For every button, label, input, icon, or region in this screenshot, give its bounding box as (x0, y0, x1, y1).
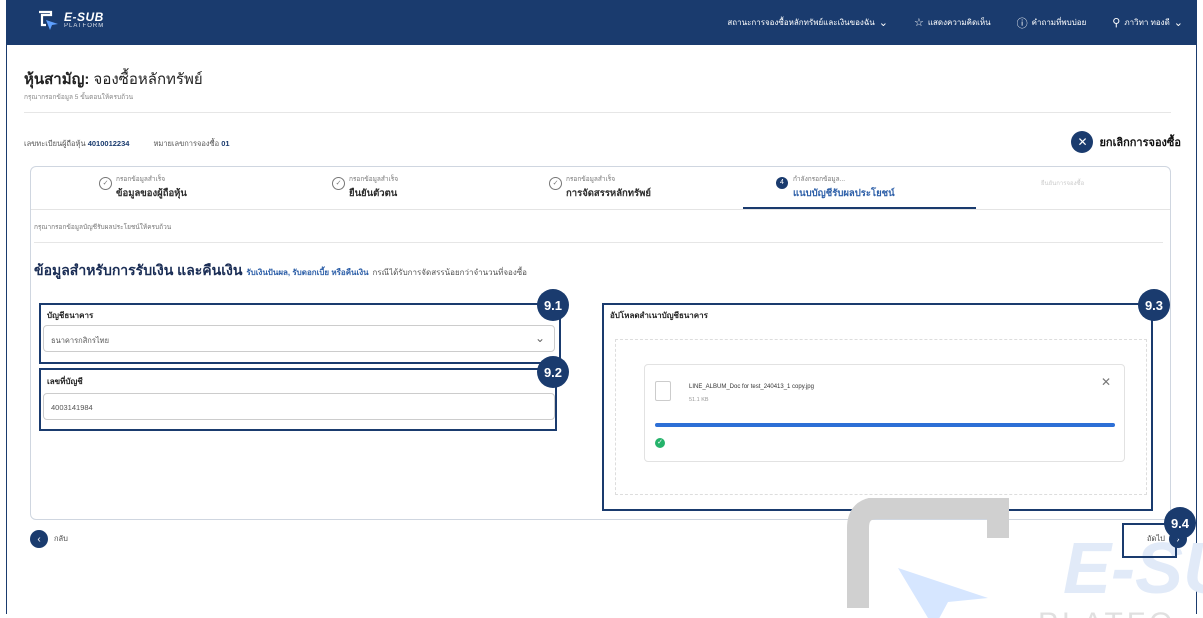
back-label: กลับ (54, 534, 68, 543)
nav-status-label: สถานะการจองซื้อหลักทรัพย์และเงินของฉัน (727, 18, 875, 27)
order-number-value: 01 (221, 139, 230, 148)
holder-id-value: 4010012234 (87, 139, 130, 148)
svg-text:PLATFO: PLATFO (1038, 607, 1176, 618)
esub-watermark-icon: E-SU PLATFO (847, 498, 1203, 618)
section-title-highlight: รับเงินปันผล, รับดอกเบี้ย หรือคืนเงิน (246, 268, 369, 277)
highlight-box-9-1 (39, 303, 561, 364)
section-title: ข้อมูลสำหรับการรับเงิน และคืนเงิน รับเงิ… (34, 260, 527, 282)
check-circle-icon: ✓ (332, 177, 345, 190)
section-title-rest: กรณีได้รับการจัดสรรน้อยกว่าจำนวนที่จองซื… (372, 268, 527, 277)
step-badge-9-2: 9.2 (537, 356, 569, 388)
holder-id-label: เลขทะเบียนผู้ถือหุ้น (24, 139, 86, 148)
nav-user-menu[interactable]: ⚲ ภาวิทา ทองดี ⌄ (1112, 16, 1183, 29)
page-title: หุ้นสามัญ: จองซื้อหลักทรัพย์ (24, 67, 203, 91)
subscription-meta: เลขทะเบียนผู้ถือหุ้น 4010012234 หมายเลขก… (24, 138, 230, 150)
step-4-active[interactable]: 4 กำลังกรอกข้อมูล... แนบบัญชีรับผลประโยช… (776, 174, 895, 201)
check-circle-icon: ✓ (99, 177, 112, 190)
form-instruction: กรุณากรอกข้อมูลบัญชีรับผลประโยชน์ให้ครบถ… (34, 224, 172, 231)
star-icon: ☆ (913, 17, 924, 29)
logo-title: E-SUB (64, 10, 104, 24)
step-label: ยืนยันตัวตน (349, 188, 398, 199)
step-5: ยืนยันการจองซื้อ (1041, 181, 1085, 187)
logo-subtitle: PLATFORM (64, 23, 105, 29)
step-badge-9-4: 9.4 (1164, 507, 1196, 539)
cancel-subscription-label: ยกเลิกการจองซื้อ (1099, 137, 1181, 149)
back-button[interactable]: ‹ กลับ (30, 530, 68, 548)
step-label: การจัดสรรหลักทรัพย์ (566, 188, 651, 199)
active-step-underline (743, 207, 976, 209)
page-title-bold: หุ้นสามัญ: (24, 71, 90, 88)
highlight-box-9-3 (602, 303, 1153, 511)
step-caption: กรอกข้อมูลสำเร็จ (566, 176, 616, 183)
step-badge-9-1: 9.1 (537, 289, 569, 321)
step-number: 4 (776, 177, 788, 189)
step-caption: กำลังกรอกข้อมูล... (793, 176, 846, 183)
nav-user-label: ภาวิทา ทองดี (1124, 18, 1170, 27)
step-1[interactable]: ✓ กรอกข้อมูลสำเร็จ ข้อมูลของผู้ถือหุ้น (99, 174, 187, 201)
step-label: แนบบัญชีรับผลประโยชน์ (793, 188, 895, 199)
esub-logo-icon (39, 10, 58, 30)
step-3[interactable]: ✓ กรอกข้อมูลสำเร็จ การจัดสรรหลักทรัพย์ (549, 174, 651, 201)
order-number-label: หมายเลขการจองซื้อ (153, 139, 220, 148)
close-icon: ✕ (1071, 131, 1094, 153)
page-subtitle: กรุณากรอกข้อมูล 5 ขั้นตอนให้ครบถ้วน (24, 94, 134, 101)
check-circle-icon: ✓ (549, 177, 562, 190)
stepper: ✓ กรอกข้อมูลสำเร็จ ข้อมูลของผู้ถือหุ้น ✓… (31, 167, 1170, 210)
step-2[interactable]: ✓ กรอกข้อมูลสำเร็จ ยืนยันตัวตน (332, 174, 399, 201)
page-title-rest: จองซื้อหลักทรัพย์ (89, 71, 203, 88)
step-caption: กรอกข้อมูลสำเร็จ (116, 176, 166, 183)
step-caption: กรอกข้อมูลสำเร็จ (349, 176, 399, 183)
top-navbar: E-SUB PLATFORM สถานะการจองซื้อหลักทรัพย์… (6, 0, 1197, 45)
logo[interactable]: E-SUB PLATFORM (36, 9, 104, 31)
nav-faq[interactable]: ⓘ คำถามที่พบบ่อย (1017, 15, 1087, 31)
step-badge-9-3: 9.3 (1138, 289, 1170, 321)
user-icon: ⚲ (1112, 17, 1121, 29)
nav-feedback[interactable]: ☆ แสดงความคิดเห็น (914, 16, 991, 29)
step-label: ข้อมูลของผู้ถือหุ้น (116, 188, 187, 199)
chevron-down-icon: ⌄ (878, 17, 888, 29)
nav-faq-label: คำถามที่พบบ่อย (1031, 18, 1087, 27)
question-circle-icon: ⓘ (1016, 17, 1028, 30)
cancel-subscription-button[interactable]: ✕ ยกเลิกการจองซื้อ (1071, 131, 1181, 153)
highlight-box-9-2 (39, 368, 557, 431)
nav-subscription-status[interactable]: สถานะการจองซื้อหลักทรัพย์และเงินของฉัน ⌄ (727, 16, 888, 29)
section-title-main: ข้อมูลสำหรับการรับเงิน และคืนเงิน (34, 262, 243, 278)
chevron-left-icon: ‹ (30, 530, 48, 548)
chevron-down-icon: ⌄ (1173, 17, 1183, 29)
nav-feedback-label: แสดงความคิดเห็น (927, 18, 991, 27)
divider (34, 242, 1163, 243)
divider (24, 112, 1171, 113)
